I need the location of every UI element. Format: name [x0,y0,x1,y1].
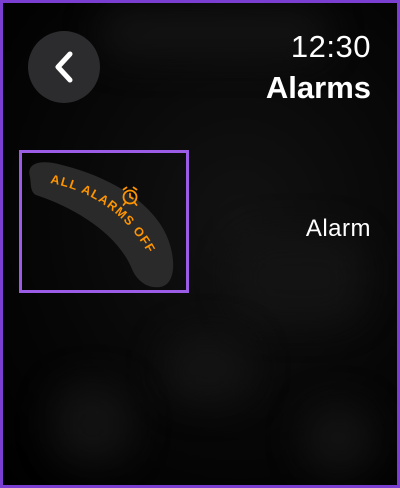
chevron-left-icon [55,51,73,83]
background-blur [303,403,373,473]
alarm-label: Alarm [305,215,371,242]
background-blur [53,383,133,463]
clock-time: 12:30 [290,29,371,64]
complication-graphic: ALL ALARMS OFF [29,162,174,288]
back-button[interactable] [28,31,100,103]
page-title: Alarms [265,70,371,105]
background-blur [233,233,363,323]
all-alarms-off-complication[interactable]: ALL ALARMS OFF [22,153,186,290]
background-blur [163,333,253,403]
